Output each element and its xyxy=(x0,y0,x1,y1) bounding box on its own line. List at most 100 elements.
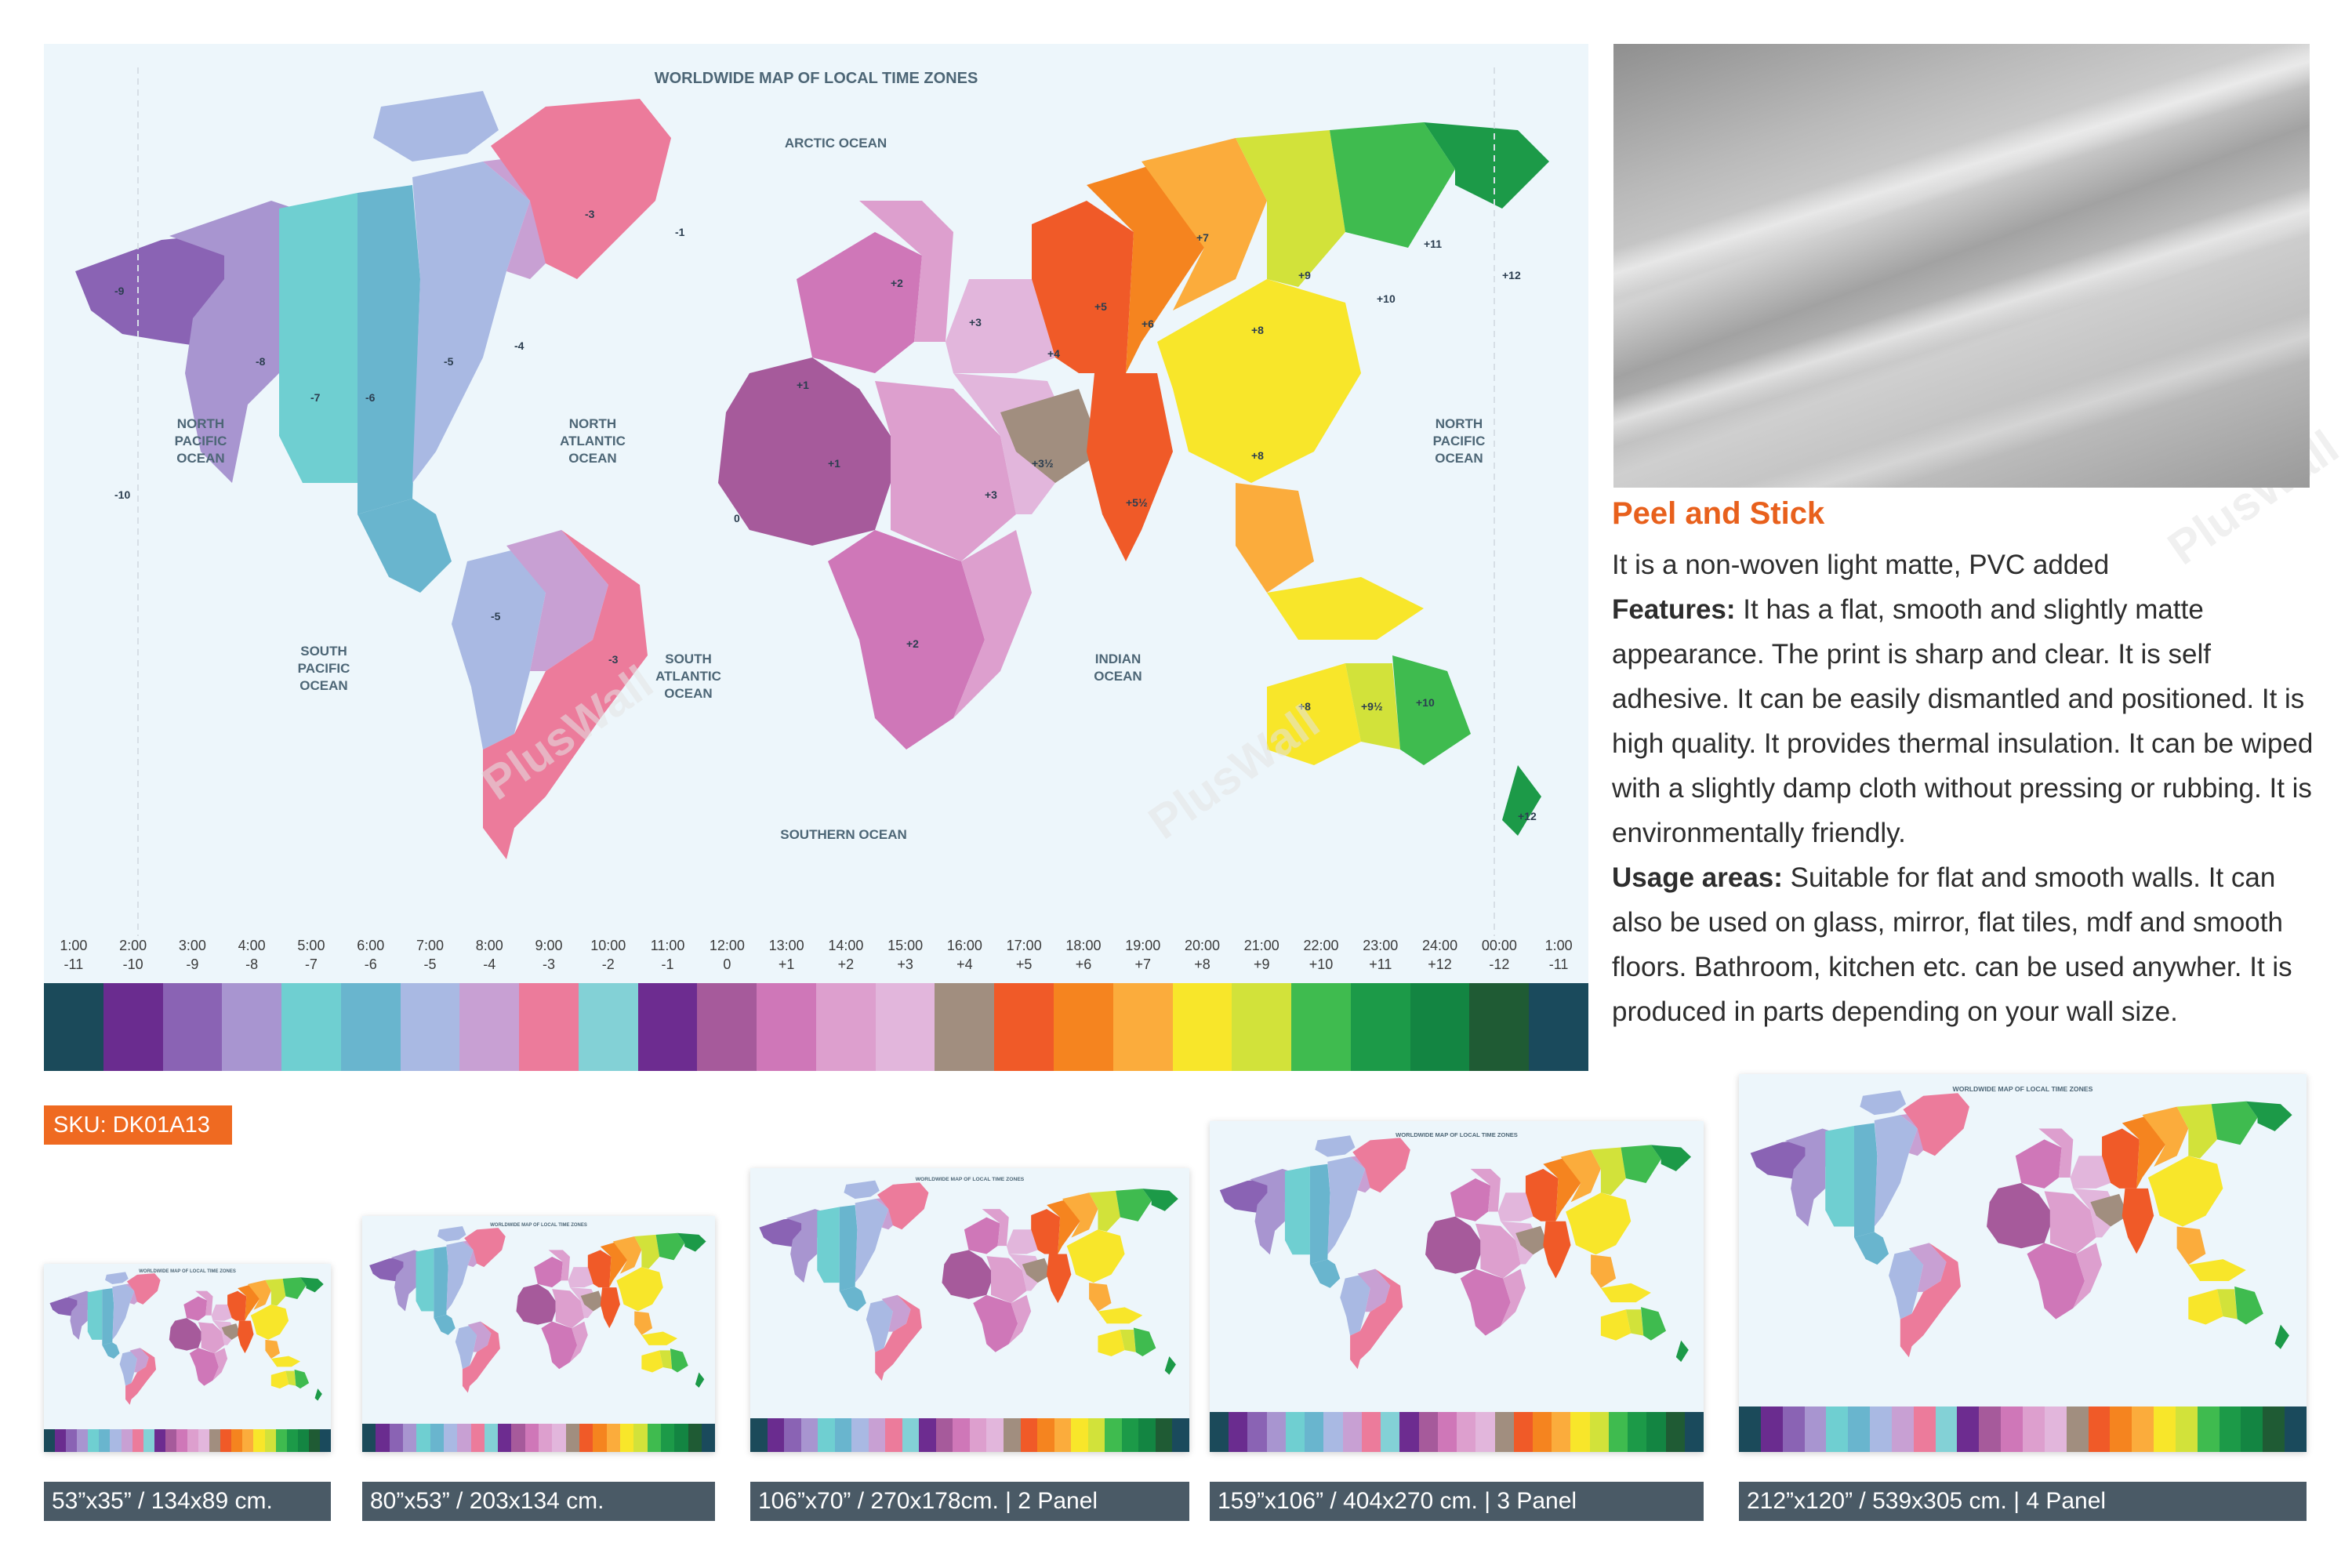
size-label-5: 212”x120” / 539x305 cm. | 4 Panel xyxy=(1739,1482,2307,1521)
thumb-legend-swatch xyxy=(1003,1417,1021,1452)
ocean-south-atlantic-3: OCEAN xyxy=(664,686,712,701)
thumb-legend-swatch xyxy=(1475,1412,1495,1452)
thumb-legend-swatch xyxy=(121,1429,132,1452)
thumb-legend-swatch xyxy=(1361,1412,1381,1452)
legend-label: 5:00 -7 xyxy=(297,938,325,972)
thumb-legend-swatch xyxy=(1665,1412,1685,1452)
zone-label: +2 xyxy=(891,277,903,289)
legend-swatch xyxy=(1112,983,1173,1071)
legend-label: 10:00 -2 xyxy=(590,938,626,972)
legend-label: 7:00 -5 xyxy=(416,938,445,972)
thumb-map xyxy=(1750,1090,2292,1358)
thumb-legend-swatch xyxy=(851,1417,869,1452)
ocean-north-pacific-east-2: PACIFIC xyxy=(1433,434,1486,448)
thumb-legend-swatch xyxy=(55,1429,67,1452)
thumb-legend-swatch xyxy=(1457,1412,1476,1452)
legend-swatch xyxy=(578,983,638,1071)
map-title: WORLDWIDE MAP OF LOCAL TIME ZONES xyxy=(655,70,978,87)
thumb-legend-swatch xyxy=(2044,1406,2067,1452)
thumb-map xyxy=(369,1226,706,1393)
zone-label: +11 xyxy=(1424,238,1442,250)
thumb-legend-swatch xyxy=(1979,1406,2002,1452)
legend-label: 1:00 -11 xyxy=(60,938,88,972)
thumb-legend-bar xyxy=(1210,1412,1704,1452)
thumb-legend-swatch xyxy=(935,1417,953,1452)
thumb-legend-swatch xyxy=(376,1423,390,1452)
zone-label: -4 xyxy=(514,339,524,352)
ocean-indian-1: INDIAN xyxy=(1095,652,1142,666)
legend-swatch xyxy=(103,983,163,1071)
size-thumb-3[interactable]: WORLDWIDE MAP OF LOCAL TIME ZONES xyxy=(750,1168,1189,1452)
thumb-legend-swatch xyxy=(660,1423,675,1452)
legend-swatch xyxy=(1172,983,1232,1071)
thumb-legend-swatch xyxy=(688,1423,702,1452)
thumb-legend-swatch xyxy=(919,1417,936,1452)
thumb-legend-swatch xyxy=(1589,1412,1609,1452)
features-label: Features: xyxy=(1612,594,1736,625)
europe-africa xyxy=(942,1209,1045,1352)
thumb-legend-swatch xyxy=(402,1423,417,1452)
thumb-legend-swatch xyxy=(1848,1406,1871,1452)
thumb-legend-swatch xyxy=(88,1429,100,1452)
product-page: { "map": { "title": "WORLDWIDE MAP OF LO… xyxy=(0,0,2352,1568)
thumb-legend-swatch xyxy=(1804,1406,1827,1452)
zone-label: -5 xyxy=(444,355,454,368)
thumb-legend-swatch xyxy=(1437,1412,1457,1452)
thumb-legend-swatch xyxy=(66,1429,78,1452)
ocean-north-atlantic-2: ATLANTIC xyxy=(560,434,626,448)
size-label-2: 80”x53” / 203x134 cm. xyxy=(362,1482,715,1521)
south-america xyxy=(1340,1269,1403,1370)
ocean-north-pacific-west-1: NORTH xyxy=(177,416,224,431)
thumb-legend-swatch xyxy=(2110,1406,2132,1452)
legend-swatch xyxy=(459,983,520,1071)
thumb-map xyxy=(49,1272,324,1405)
europe-africa xyxy=(516,1250,599,1370)
thumb-legend-swatch xyxy=(1913,1406,1936,1452)
thumb-legend-bar xyxy=(362,1423,715,1452)
legend-swatch xyxy=(994,983,1054,1071)
legend-label: 2:00 -10 xyxy=(119,938,147,972)
thumb-legend-swatch xyxy=(953,1417,970,1452)
thumb-legend-swatch xyxy=(44,1429,56,1452)
thumb-legend-swatch xyxy=(2132,1406,2154,1452)
thumb-legend-bar xyxy=(1739,1406,2307,1452)
zone-label: +3 xyxy=(969,316,982,328)
thumb-legend-swatch xyxy=(1020,1417,1038,1452)
legend-label: 18:00 +6 xyxy=(1065,938,1102,972)
zone-label: -10 xyxy=(114,488,130,501)
size-thumb-4[interactable]: WORLDWIDE MAP OF LOCAL TIME ZONES xyxy=(1210,1121,1704,1452)
thumb-legend-swatch xyxy=(231,1429,243,1452)
size-thumb-2[interactable]: WORLDWIDE MAP OF LOCAL TIME ZONES xyxy=(362,1216,715,1452)
thumb-map xyxy=(1219,1135,1692,1370)
thumb-legend-swatch xyxy=(1105,1417,1122,1452)
ocean-arctic: ARCTIC OCEAN xyxy=(785,136,887,151)
south-america xyxy=(866,1294,922,1381)
size-thumb-1[interactable]: WORLDWIDE MAP OF LOCAL TIME ZONES xyxy=(44,1264,331,1452)
thumb-legend-swatch xyxy=(619,1423,634,1452)
europe-africa xyxy=(1425,1168,1541,1336)
thumb-legend-swatch xyxy=(1739,1406,1761,1452)
thumb-map xyxy=(759,1180,1178,1381)
thumb-legend-swatch xyxy=(524,1423,539,1452)
thumb-legend-swatch xyxy=(800,1417,818,1452)
thumb-legend-swatch xyxy=(885,1417,902,1452)
legend-swatch xyxy=(519,983,579,1071)
size-thumb-5[interactable]: WORLDWIDE MAP OF LOCAL TIME ZONES xyxy=(1739,1074,2307,1452)
thumb-legend-swatch xyxy=(187,1429,199,1452)
legend-label: 13:00 +1 xyxy=(768,938,804,972)
thumb-legend-swatch xyxy=(539,1423,553,1452)
zone-label: -3 xyxy=(608,653,619,666)
zone-label: +1 xyxy=(797,379,809,391)
zone-label: +6 xyxy=(1142,318,1154,330)
legend-label: 21:00 +9 xyxy=(1243,938,1279,972)
thumb-legend-swatch xyxy=(2219,1406,2241,1452)
size-label-4: 159”x106” / 404x270 cm. | 3 Panel xyxy=(1210,1482,1704,1521)
legend-swatch xyxy=(1232,983,1292,1071)
legend-swatch xyxy=(340,983,401,1071)
thumb-legend-swatch xyxy=(1418,1412,1438,1452)
thumb-legend-swatch xyxy=(1305,1412,1324,1452)
thumb-legend-swatch xyxy=(2066,1406,2089,1452)
asia xyxy=(580,1232,706,1345)
thumb-legend-swatch xyxy=(2285,1406,2307,1452)
ocean-north-pacific-west-2: PACIFIC xyxy=(175,434,227,448)
